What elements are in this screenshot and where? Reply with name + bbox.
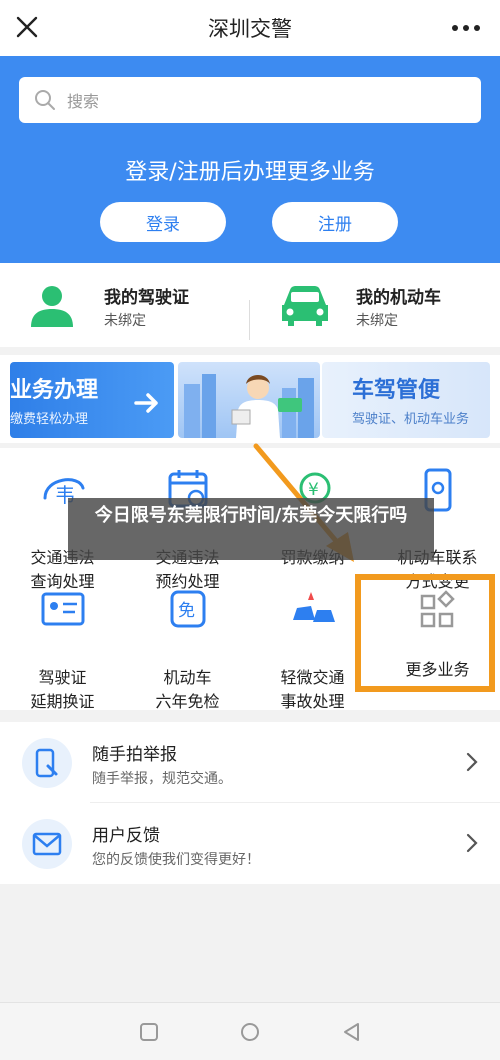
exempt-icon: 免 [170, 590, 206, 628]
search-placeholder: 搜索 [67, 92, 100, 111]
service-label: 机动车 六年免检 [155, 668, 220, 711]
overlay-caption: 今日限号东莞限行时间/东莞今天限行吗 [68, 498, 434, 560]
banner-carousel[interactable]: 业务办理 缴费轻松办理 车驾管便 驾驶证、机动车业务 [0, 355, 500, 443]
list-item-subtitle: 随手举报，规范交通。 [92, 771, 232, 787]
banner-business-title: 业务办理 [10, 378, 99, 403]
highlight-box [355, 574, 495, 692]
banner-vehicle-subtitle: 驾驶证、机动车业务 [352, 412, 470, 427]
system-nav-bar [0, 1002, 500, 1060]
license-row: 我的驾驶证 未绑定 我的机动车 未绑定 [0, 263, 500, 347]
page-title: 深圳交警 [208, 17, 292, 41]
banner-illustration[interactable] [178, 362, 320, 438]
driver-license-card[interactable]: 我的驾驶证 未绑定 [0, 263, 250, 347]
app-screen: 深圳交警 搜索 登录/注册后办理更多业务 登录 注册 我的驾驶证 未绑定 我的机… [0, 0, 500, 1060]
feature-list: 随手拍举报 随手举报，规范交通。 用户反馈 您的反馈使我们变得更好！ [0, 722, 500, 884]
banner-business-subtitle: 缴费轻松办理 [10, 412, 89, 427]
list-item-title: 用户反馈 [92, 826, 160, 846]
chevron-right-icon [466, 833, 478, 853]
search-input[interactable]: 搜索 [19, 77, 481, 123]
person-icon [31, 286, 73, 327]
recent-apps-icon[interactable] [137, 1020, 161, 1044]
arrow-right-icon [134, 393, 158, 413]
login-prompt: 登录/注册后办理更多业务 [125, 160, 375, 185]
list-item-feedback[interactable]: 用户反馈 您的反馈使我们变得更好！ [0, 803, 500, 883]
divider [249, 300, 250, 340]
car-icon [282, 286, 328, 326]
driver-license-status: 未绑定 [104, 313, 146, 329]
chevron-right-icon [466, 752, 478, 772]
register-button[interactable]: 注册 [272, 202, 398, 242]
driver-license-title: 我的驾驶证 [104, 288, 189, 308]
banner-vehicle-management[interactable]: 车驾管便 驾驶证、机动车业务 [322, 362, 490, 438]
service-label: 驾驶证 延期换证 [30, 668, 95, 711]
login-button[interactable]: 登录 [100, 202, 226, 242]
more-options-icon[interactable] [450, 16, 482, 40]
close-icon[interactable] [14, 14, 40, 40]
search-icon [35, 90, 55, 110]
list-item-report[interactable]: 随手拍举报 随手举报，规范交通。 [0, 722, 500, 802]
id-card-icon [41, 592, 85, 626]
vehicle-status: 未绑定 [356, 313, 398, 329]
officer-illustration [184, 374, 314, 438]
list-item-subtitle: 您的反馈使我们变得更好！ [92, 852, 260, 868]
vehicle-card[interactable]: 我的机动车 未绑定 [250, 263, 500, 347]
banner-business[interactable]: 业务办理 缴费轻松办理 [10, 362, 174, 438]
vehicle-title: 我的机动车 [356, 288, 441, 308]
hero-section: 搜索 登录/注册后办理更多业务 登录 注册 [0, 56, 500, 263]
report-icon [22, 738, 72, 788]
accident-icon [293, 592, 335, 622]
list-item-title: 随手拍举报 [92, 745, 177, 765]
back-icon[interactable] [340, 1020, 364, 1044]
home-icon[interactable] [238, 1020, 262, 1044]
mail-icon [22, 819, 72, 869]
top-bar: 深圳交警 [0, 0, 500, 56]
svg-text:免: 免 [178, 601, 195, 621]
banner-vehicle-title: 车驾管便 [352, 378, 441, 403]
